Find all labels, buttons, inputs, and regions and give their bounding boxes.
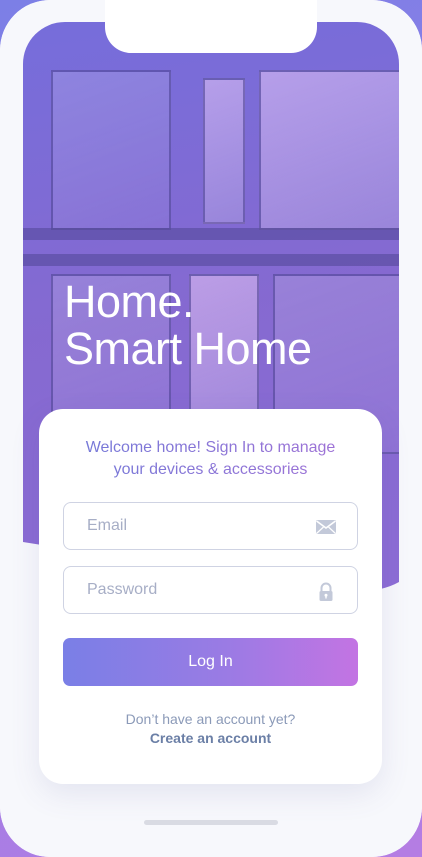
mail-icon: [315, 517, 337, 537]
email-input[interactable]: [87, 503, 307, 549]
headline-line-2: Smart Home: [64, 323, 312, 374]
phone-frame: Home. Smart Home Welcome home! Sign In t…: [0, 0, 422, 857]
floor-slab: [23, 228, 399, 240]
password-input[interactable]: [87, 567, 307, 613]
no-account-text: Don’t have an account yet?: [125, 711, 296, 727]
email-field[interactable]: [63, 502, 358, 550]
create-account-link[interactable]: Create an account: [39, 730, 382, 746]
welcome-line-1: Welcome home! Sign In to manage: [85, 439, 336, 456]
welcome-line-2: your devices & accessories: [113, 461, 308, 478]
login-card: Welcome home! Sign In to manage your dev…: [39, 409, 382, 784]
home-indicator: [144, 820, 278, 825]
login-button[interactable]: Log In: [63, 638, 358, 686]
welcome-message: Welcome home! Sign In to manage your dev…: [39, 437, 382, 481]
lock-icon: [315, 581, 337, 601]
floor-slab: [23, 254, 399, 266]
headline-line-1: Home.: [64, 276, 195, 327]
device-notch: [105, 0, 317, 53]
window: [51, 70, 171, 230]
hero-headline: Home. Smart Home: [64, 278, 312, 372]
app-screen: Home. Smart Home Welcome home! Sign In t…: [0, 0, 422, 857]
password-field[interactable]: [63, 566, 358, 614]
window: [259, 70, 399, 230]
window: [203, 78, 245, 224]
